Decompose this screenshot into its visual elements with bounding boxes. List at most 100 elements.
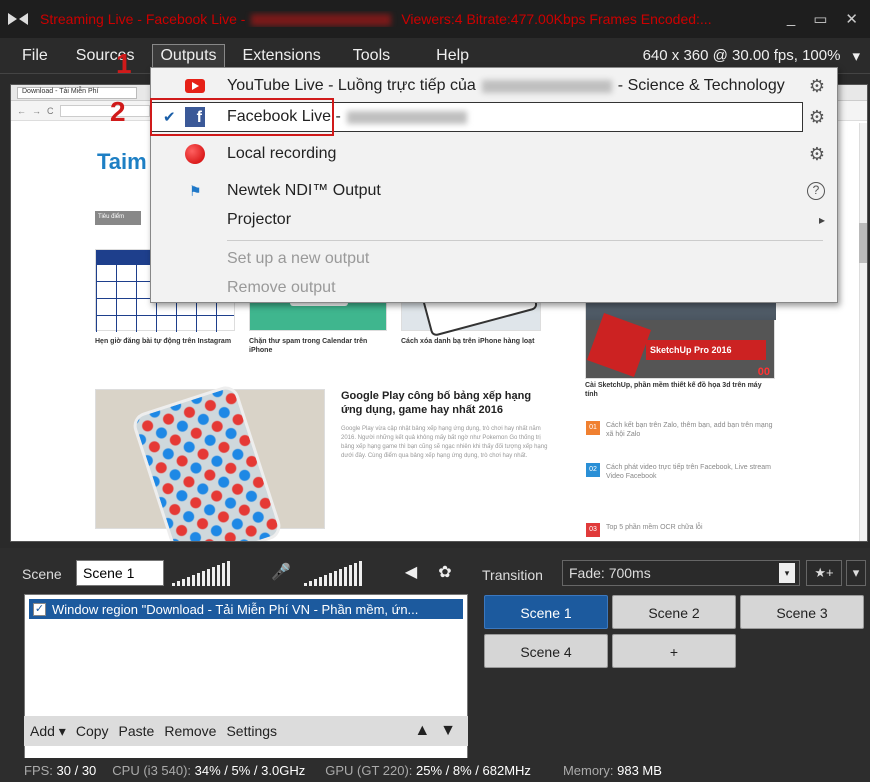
copy-source-button[interactable]: Copy <box>76 723 109 739</box>
transition-dropdown-icon[interactable]: ▾ <box>779 563 795 583</box>
facebook-settings-gear-icon[interactable]: ⚙ <box>809 107 825 128</box>
step-1-annotation: 1 <box>116 48 132 79</box>
site-logo: Taim <box>97 149 147 174</box>
bitrate-readout: Bitrate:477.00Kbps <box>466 11 586 27</box>
youtube-label: YouTube Live - Luồng trực tiếp của <box>227 77 476 94</box>
projector-label: Projector <box>227 211 292 228</box>
cpu-label: CPU (i3 540): <box>112 762 192 778</box>
youtube-settings-gear-icon[interactable]: ⚙ <box>809 76 825 97</box>
remove-source-button[interactable]: Remove <box>164 723 216 739</box>
move-up-icon[interactable]: ▲ <box>414 722 430 740</box>
source-item[interactable]: ✓ Window region "Download - Tải Miễn Phí… <box>29 599 463 619</box>
settings-gear-icon[interactable]: ✿ <box>432 560 458 586</box>
caption-calendar: Chặn thư spam trong Calendar trên iPhone <box>249 338 368 354</box>
sources-toolbar: Add ▾ Copy Paste Remove Settings ▲ ▼ <box>24 716 468 746</box>
output-projector[interactable]: Projector ▸ <box>151 204 837 236</box>
speaker-icon[interactable]: ◀ <box>398 560 424 586</box>
minimize-button[interactable]: _ <box>787 10 795 28</box>
menu-tools[interactable]: Tools <box>345 44 398 68</box>
maximize-button[interactable]: ▭ <box>813 10 827 28</box>
sketchup-banner: SketchUp Pro 2016 <box>646 340 766 360</box>
ndi-label: Newtek NDI™ Output <box>227 182 381 199</box>
output-local-recording[interactable]: Local recording ⚙ <box>151 138 837 170</box>
tag-label: Tiêu điểm <box>95 211 141 225</box>
frames-encoded: Frames Encoded:... <box>589 11 712 27</box>
gpu-label: GPU (GT 220): <box>325 762 413 778</box>
local-settings-gear-icon[interactable]: ⚙ <box>809 144 825 165</box>
memory-value: 983 MB <box>617 762 662 778</box>
close-button[interactable]: ✕ <box>845 10 858 28</box>
step-2-annotation: 2 <box>110 96 126 127</box>
youtube-icon <box>183 74 207 98</box>
step-2-highlight <box>150 98 334 136</box>
caption-delete-contacts: Cách xóa danh bạ trên iPhone hàng loạt <box>401 338 535 345</box>
side-num-2: 02 <box>586 463 600 477</box>
add-transition-dropdown-icon[interactable]: ▾ <box>846 560 866 586</box>
transition-select[interactable]: Fade: 700ms ▾ <box>562 560 800 586</box>
play-store-thumbnail <box>95 382 325 541</box>
output-remove[interactable]: Remove output <box>151 272 837 304</box>
caption-sketchup: Cài SketchUp, phần mềm thiết kế đồ họa 3… <box>585 382 762 398</box>
transition-value: Fade: 700ms <box>569 565 651 581</box>
caption-instagram: Hẹn giờ đăng bài tự động trên Instagram <box>95 338 232 345</box>
youtube-suffix: - Science & Technology <box>617 77 785 94</box>
forward-icon: → <box>32 105 41 116</box>
paste-source-button[interactable]: Paste <box>119 723 155 739</box>
microphone-icon[interactable]: 🎤 <box>268 560 294 586</box>
side-item-3: 03 Top 5 phần mềm OCR chữa lỗi <box>586 523 776 537</box>
ndi-icon: ⚑ <box>189 183 202 199</box>
add-transition-button[interactable]: ★+ <box>806 560 842 586</box>
url-field <box>59 104 150 117</box>
source-name: Window region "Download - Tải Miễn Phí V… <box>52 601 419 617</box>
blurred-profile <box>346 110 467 124</box>
source-visible-checkbox[interactable]: ✓ <box>33 602 46 616</box>
transition-label: Transition <box>482 567 543 583</box>
scene-4-button[interactable]: Scene 4 <box>484 634 608 668</box>
source-settings-button[interactable]: Settings <box>226 723 277 739</box>
scene-label: Scene <box>22 566 62 582</box>
move-down-icon[interactable]: ▼ <box>440 722 456 740</box>
menu-divider <box>227 240 823 241</box>
setup-label: Set up a new output <box>227 250 370 267</box>
desktop-level-meter <box>304 560 362 586</box>
scene-1-button[interactable]: Scene 1 <box>484 595 608 629</box>
fps-value: 30 / 30 <box>56 762 97 778</box>
scene-3-button[interactable]: Scene 3 <box>740 595 864 629</box>
blurred-name <box>251 14 392 27</box>
menu-extensions[interactable]: Extensions <box>235 44 329 68</box>
menu-outputs[interactable]: Outputs <box>152 43 225 68</box>
memory-label: Memory: <box>562 762 614 778</box>
output-setup-new[interactable]: Set up a new output <box>151 243 837 275</box>
fps-label: FPS: <box>24 762 53 778</box>
menu-file[interactable]: File <box>14 44 56 68</box>
mic-level-meter <box>172 560 230 586</box>
cpu-value: 34% / 5% / 3.0GHz <box>194 762 306 778</box>
record-icon <box>183 142 207 166</box>
output-ndi[interactable]: ⚑ Newtek NDI™ Output ? <box>151 175 837 207</box>
gpu-value: 25% / 8% / 682MHz <box>416 762 531 778</box>
scene-selector[interactable]: Scene 1 <box>76 560 164 586</box>
article-title: Google Play công bố bảng xếp hạng ứng dụ… <box>341 390 532 416</box>
local-recording-label: Local recording <box>227 145 337 162</box>
reload-icon: C <box>47 105 54 116</box>
side-item-2: 02 Cách phát video trực tiếp trên Facebo… <box>586 463 776 481</box>
add-scene-button[interactable]: + <box>612 634 736 668</box>
submenu-arrow-icon: ▸ <box>818 213 825 227</box>
scene-2-button[interactable]: Scene 2 <box>612 595 736 629</box>
side-num-3: 03 <box>586 523 600 537</box>
side-num-1: 01 <box>586 421 600 435</box>
remove-label: Remove output <box>227 279 336 296</box>
side-item-1: 01 Cách kết bạn trên Zalo, thêm bạn, add… <box>586 421 776 439</box>
resolution-dropdown-icon[interactable]: ▾ <box>852 47 860 65</box>
side-text-2: Cách phát video trực tiếp trên Facebook,… <box>606 464 771 480</box>
menu-help[interactable]: Help <box>428 44 477 68</box>
add-source-button[interactable]: Add ▾ <box>30 723 66 740</box>
blurred-channel <box>481 79 612 93</box>
help-icon[interactable]: ? <box>807 182 825 200</box>
back-icon: ← <box>17 105 26 116</box>
article-body: Google Play vừa cập nhật bảng xếp hạng ứ… <box>341 426 548 459</box>
control-panel: Scene Scene 1 🎤 ◀ ✿ Transition Fade: 700… <box>0 548 870 762</box>
resolution-readout: 640 x 360 @ 30.00 fps, 100% <box>642 47 841 64</box>
side-text-3: Top 5 phần mềm OCR chữa lỗi <box>606 524 703 531</box>
preview-scrollbar <box>859 123 867 541</box>
